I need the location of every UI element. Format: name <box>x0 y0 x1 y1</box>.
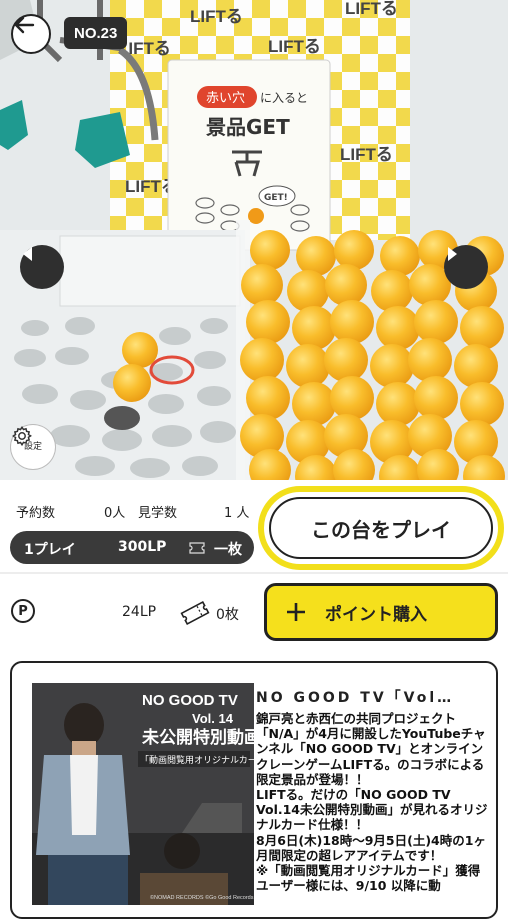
play-machine-label: この台をプレイ <box>269 497 493 559</box>
play-cost: 300LP <box>118 539 167 555</box>
prize-image-vol: Vol. 14 <box>192 711 234 726</box>
back-button[interactable] <box>11 14 51 54</box>
watch-label: 見学数 <box>138 506 178 521</box>
prize-ball <box>246 300 290 344</box>
machine-camera-view: LIFTる LIFTる LIFTる LIFTる LIFTる LIFTる 赤い穴 … <box>0 0 508 480</box>
prize-card: NO GOOD TV Vol. 14 未公開特別動画 「動画閲覧用オリジナルカー… <box>10 661 498 919</box>
price-pill: 1プレイ 300LP 一枚 <box>10 531 254 564</box>
triangle-left-icon <box>23 247 32 261</box>
prize-ball <box>292 382 336 426</box>
point-icon: P <box>11 599 35 623</box>
prize-image-caption: 「動画閲覧用オリジナルカード」 <box>140 754 254 766</box>
prize-ball <box>334 230 374 270</box>
prize-ball <box>330 300 374 344</box>
triangle-right-icon <box>448 247 457 261</box>
prize-image-title: NO GOOD TV <box>142 692 238 709</box>
prize-ball <box>414 376 458 420</box>
prize-photo: NO GOOD TV Vol. 14 未公開特別動画 「動画閲覧用オリジナルカー… <box>32 683 254 905</box>
prize-ball <box>460 382 504 426</box>
prize-ball <box>371 270 413 312</box>
panel-bubble: GET! <box>264 193 288 203</box>
prize-image-subtitle: 未公開特別動画 <box>141 727 254 748</box>
watch-value: 1 人 <box>224 506 250 521</box>
previous-camera-button[interactable] <box>20 245 64 289</box>
prize-ball <box>246 376 290 420</box>
plus-icon <box>287 603 305 621</box>
prize-description: 錦戸亮と赤西仁の共同プロジェクト「N/A」が4月に開設したYouTubeチャンネ… <box>256 711 488 894</box>
prize-ball <box>325 264 367 306</box>
ticket-balance: 0枚 <box>216 607 239 623</box>
point-balance: 24LP <box>122 604 157 620</box>
prize-ball <box>454 344 498 388</box>
brand-sign: LIFTる <box>190 7 243 26</box>
prize-ball <box>240 338 284 382</box>
reserve-value: 0人 <box>104 506 126 521</box>
divider <box>0 572 508 574</box>
brand-sign: LIFTる <box>268 37 321 56</box>
prize-ball <box>414 300 458 344</box>
buy-points-label: ポイント購入 <box>325 604 427 625</box>
play-machine-button[interactable]: この台をプレイ <box>258 486 504 570</box>
prize-image: NO GOOD TV Vol. 14 未公開特別動画 「動画閲覧用オリジナルカー… <box>32 683 254 905</box>
prize-ball <box>370 344 414 388</box>
prize-ball <box>376 382 420 426</box>
panel-tag-suffix: に入ると <box>260 91 308 105</box>
prize-ball <box>330 376 374 420</box>
prize-ball <box>324 338 368 382</box>
gear-icon <box>12 425 32 447</box>
machine-scene: LIFTる LIFTる LIFTる LIFTる LIFTる LIFTる 赤い穴 … <box>0 0 508 480</box>
panel-heading: 景品GET <box>206 115 290 139</box>
plays-label: 1プレイ <box>24 542 76 558</box>
prize-ball <box>380 236 420 276</box>
ticket-cost: 一枚 <box>214 542 242 558</box>
prize-ball <box>408 338 452 382</box>
prize-ball <box>241 264 283 306</box>
prize-ball <box>286 344 330 388</box>
prize-ball <box>296 236 336 276</box>
buy-points-button[interactable]: ポイント購入 <box>264 583 498 641</box>
brand-sign: LIFTる <box>340 145 393 164</box>
prize-ball <box>376 306 420 350</box>
machine-number-badge: NO.23 <box>64 17 128 49</box>
ticket-icon <box>180 601 210 625</box>
settings-button[interactable]: 設定 <box>11 425 55 469</box>
prize-ball <box>287 270 329 312</box>
arrow-left-icon <box>14 16 35 34</box>
ticket-icon <box>189 542 205 554</box>
prize-ball <box>292 306 336 350</box>
prize-ball <box>460 306 504 350</box>
brand-sign: LIFTる <box>345 0 398 18</box>
prize-image-copyright: ©NOMAD RECORDS ©Go Good Records <box>150 894 254 901</box>
prize-ball <box>250 230 290 270</box>
prize-title: NO GOOD TV「Vol… <box>256 690 455 706</box>
panel-tag: 赤い穴 <box>206 91 245 106</box>
reserve-label: 予約数 <box>16 506 56 521</box>
next-camera-button[interactable] <box>444 245 488 289</box>
